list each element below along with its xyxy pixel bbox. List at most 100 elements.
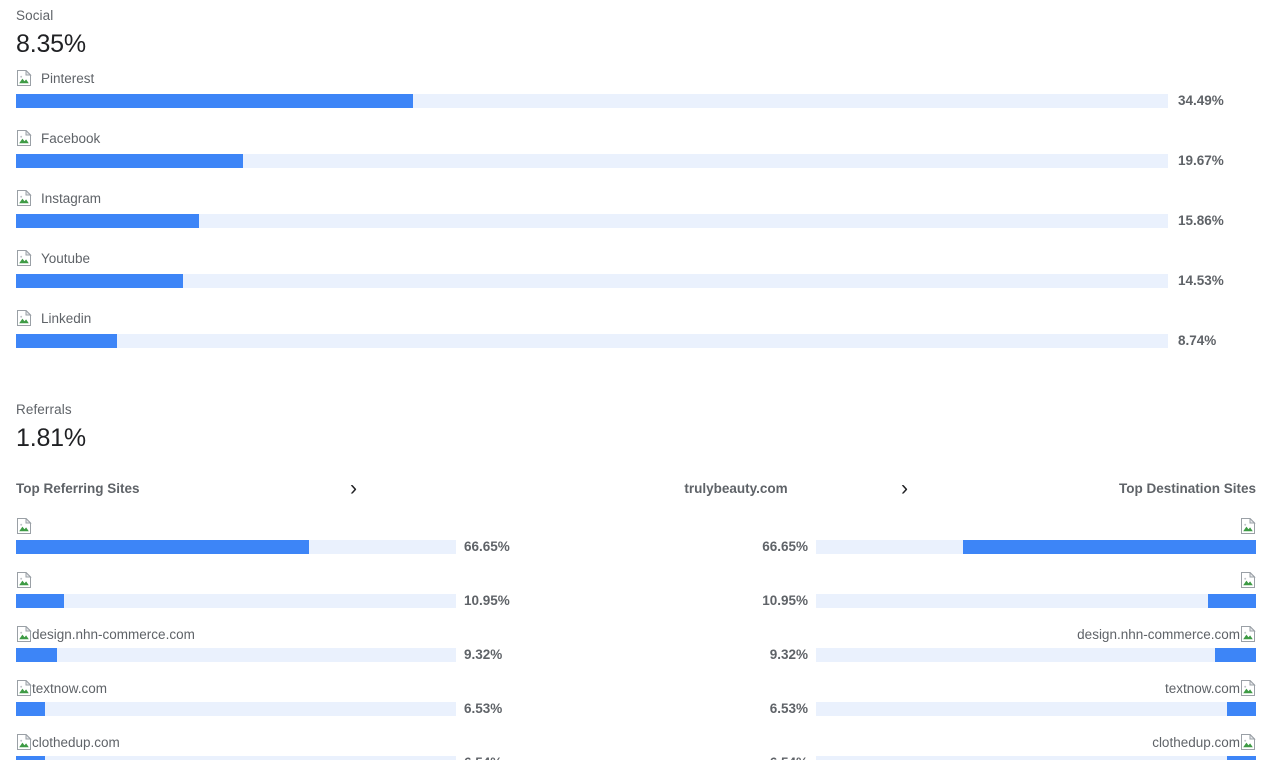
referral-row[interactable]: clothedup.com clothedup.com 6.54% 6.54% bbox=[16, 733, 1256, 760]
broken-image-icon bbox=[1240, 680, 1256, 696]
social-bar-track bbox=[16, 333, 1168, 348]
social-bar-line: 34.49% bbox=[16, 93, 1256, 108]
referral-bar-line: 6.53% 6.53% bbox=[16, 701, 1256, 716]
social-section-value: 8.35% bbox=[16, 30, 86, 58]
referring-bar-track bbox=[16, 539, 456, 554]
social-row-label: Linkedin bbox=[16, 309, 1256, 327]
social-list: Pinterest 34.49% Facebook 19.67% Instagram 15… bbox=[16, 69, 1256, 348]
social-bar-track bbox=[16, 213, 1168, 228]
referral-row-labels: clothedup.com clothedup.com bbox=[16, 733, 1256, 751]
social-bar-fill bbox=[16, 213, 199, 228]
broken-image-icon bbox=[1240, 518, 1256, 534]
referring-bar-fill bbox=[16, 755, 45, 760]
broken-image-icon bbox=[1240, 626, 1256, 642]
social-network-name: Linkedin bbox=[41, 310, 92, 326]
referral-row-labels bbox=[16, 517, 1256, 535]
referring-bar-track bbox=[16, 755, 456, 760]
referring-site-label: design.nhn-commerce.com bbox=[16, 626, 195, 642]
social-network-name: Youtube bbox=[41, 250, 91, 266]
referral-row-labels: design.nhn-commerce.com design.nhn-commer… bbox=[16, 625, 1256, 643]
destination-bar-percent: 10.95% bbox=[762, 593, 808, 608]
broken-image-icon bbox=[16, 572, 32, 588]
social-row-label: Youtube bbox=[16, 249, 1256, 267]
referral-bar-line: 66.65% 66.65% bbox=[16, 539, 1256, 554]
referral-bar-line: 10.95% 10.95% bbox=[16, 593, 1256, 608]
referral-row[interactable]: 10.95% 10.95% bbox=[16, 571, 1256, 608]
analytics-traffic-panel: Social 8.35% Pinterest 34.49% Facebook 19.6… bbox=[0, 0, 1272, 760]
social-network-name: Pinterest bbox=[41, 70, 95, 86]
social-bar-percent: 19.67% bbox=[1178, 153, 1224, 168]
destination-site-name: design.nhn-commerce.com bbox=[1077, 626, 1240, 642]
destination-bar-fill bbox=[1227, 755, 1256, 760]
referral-bar-line: 9.32% 9.32% bbox=[16, 647, 1256, 662]
referring-site-label: clothedup.com bbox=[16, 734, 120, 750]
social-row[interactable]: Linkedin 8.74% bbox=[16, 309, 1256, 348]
destination-bar-percent: 6.54% bbox=[770, 755, 808, 760]
social-bar-track bbox=[16, 273, 1168, 288]
referring-bar-percent: 66.65% bbox=[464, 539, 510, 554]
destination-bar-track bbox=[816, 755, 1256, 760]
referring-bar-percent: 10.95% bbox=[464, 593, 510, 608]
social-row-label: Pinterest bbox=[16, 69, 1256, 87]
referrals-header: Top Referring Sites › trulybeauty.com › … bbox=[16, 476, 1256, 500]
social-bar-line: 15.86% bbox=[16, 213, 1256, 228]
referring-site-name: textnow.com bbox=[32, 680, 108, 696]
social-row[interactable]: Youtube 14.53% bbox=[16, 249, 1256, 288]
referrals-section-value: 1.81% bbox=[16, 424, 86, 452]
social-bar-fill bbox=[16, 333, 117, 348]
referring-site-name: design.nhn-commerce.com bbox=[32, 626, 195, 642]
broken-image-icon bbox=[1240, 734, 1256, 750]
destination-site-name: clothedup.com bbox=[1152, 734, 1240, 750]
destination-bar-track bbox=[816, 593, 1256, 608]
social-row-label: Instagram bbox=[16, 189, 1256, 207]
referring-bar-percent: 9.32% bbox=[464, 647, 503, 662]
destination-bar-fill bbox=[963, 539, 1256, 554]
center-domain-label: trulybeauty.com bbox=[684, 480, 788, 496]
top-referring-sites-label: Top Referring Sites bbox=[16, 480, 140, 496]
destination-bar-percent: 9.32% bbox=[769, 647, 808, 662]
chevron-right-icon[interactable]: › bbox=[901, 478, 1106, 499]
referring-bar-fill bbox=[16, 701, 45, 716]
destination-bar-percent: 66.65% bbox=[762, 539, 808, 554]
referring-site-label: textnow.com bbox=[16, 680, 107, 696]
social-bar-percent: 34.49% bbox=[1178, 93, 1224, 108]
referring-bar-track bbox=[16, 593, 456, 608]
destination-bar-track bbox=[816, 539, 1256, 554]
broken-image-icon bbox=[16, 190, 32, 206]
destination-site-label: textnow.com bbox=[1165, 680, 1256, 696]
social-section: Social 8.35% Pinterest 34.49% Facebook 19.6… bbox=[16, 0, 1256, 348]
destination-site-label: clothedup.com bbox=[1152, 734, 1256, 750]
referring-site-name: clothedup.com bbox=[32, 734, 120, 750]
destination-site-label bbox=[1240, 518, 1256, 534]
referrals-section-title: Referrals bbox=[16, 402, 72, 417]
broken-image-icon bbox=[16, 310, 32, 326]
social-bar-percent: 14.53% bbox=[1178, 273, 1224, 288]
social-network-name: Facebook bbox=[41, 130, 101, 146]
referral-row[interactable]: textnow.com textnow.com 6.53% 6.53% bbox=[16, 679, 1256, 716]
destination-bar-fill bbox=[1227, 701, 1256, 716]
broken-image-icon bbox=[16, 680, 32, 696]
social-row-label: Facebook bbox=[16, 129, 1256, 147]
referral-row[interactable]: 66.65% 66.65% bbox=[16, 517, 1256, 554]
referral-bar-line: 6.54% 6.54% bbox=[16, 755, 1256, 760]
social-bar-fill bbox=[16, 273, 183, 288]
referring-bar-track bbox=[16, 647, 456, 662]
social-row[interactable]: Pinterest 34.49% bbox=[16, 69, 1256, 108]
destination-bar-track bbox=[816, 647, 1256, 662]
social-row[interactable]: Facebook 19.67% bbox=[16, 129, 1256, 168]
social-bar-track bbox=[16, 93, 1168, 108]
broken-image-icon bbox=[16, 734, 32, 750]
social-bar-fill bbox=[16, 153, 243, 168]
referring-bar-fill bbox=[16, 647, 57, 662]
broken-image-icon bbox=[16, 518, 32, 534]
chevron-right-icon[interactable]: › bbox=[350, 478, 571, 499]
social-network-name: Instagram bbox=[41, 190, 102, 206]
social-bar-line: 8.74% bbox=[16, 333, 1256, 348]
social-bar-fill bbox=[16, 93, 413, 108]
destination-bar-percent: 6.53% bbox=[769, 701, 808, 716]
social-row[interactable]: Instagram 15.86% bbox=[16, 189, 1256, 228]
social-bar-percent: 15.86% bbox=[1178, 213, 1224, 228]
referring-site-label bbox=[16, 518, 32, 534]
referral-row[interactable]: design.nhn-commerce.com design.nhn-commer… bbox=[16, 625, 1256, 662]
referring-bar-fill bbox=[16, 593, 64, 608]
